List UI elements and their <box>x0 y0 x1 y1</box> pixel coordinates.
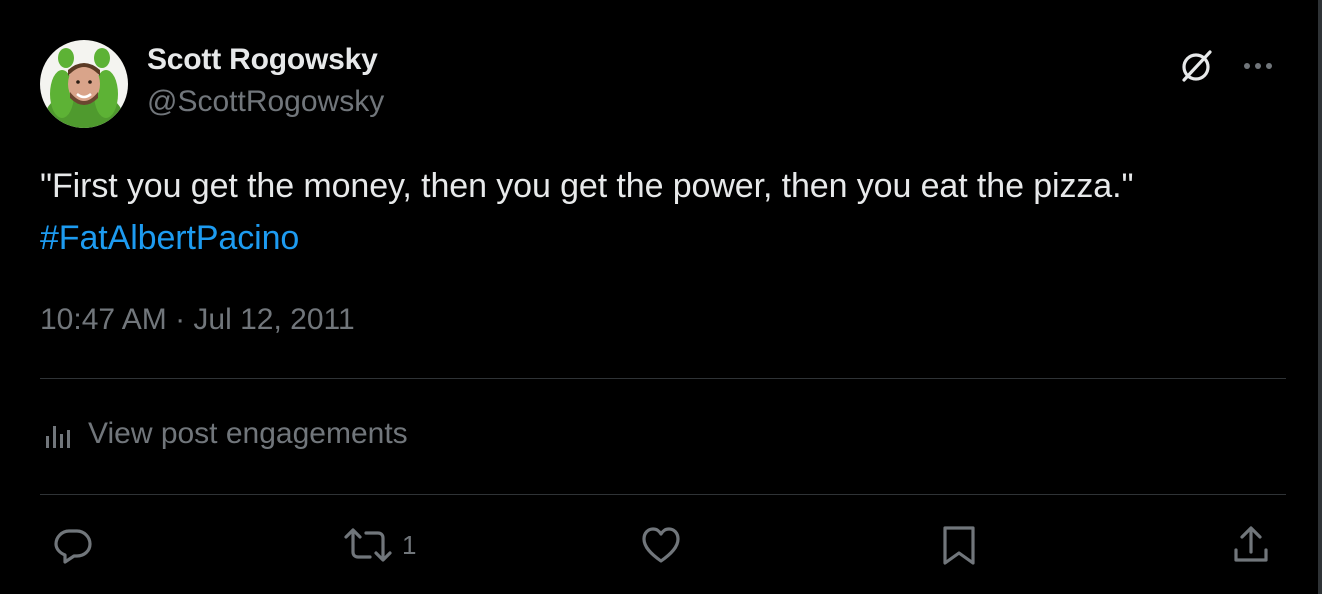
reply-button[interactable] <box>50 522 96 568</box>
heart-icon <box>642 527 680 563</box>
author-block: Scott Rogowsky @ScottRogowsky <box>147 40 384 122</box>
card-edge <box>1318 0 1322 594</box>
share-icon <box>1234 526 1268 562</box>
view-engagements-link[interactable]: View post engagements <box>40 412 408 456</box>
display-name[interactable]: Scott Rogowsky <box>147 40 384 80</box>
bar-chart-icon <box>46 426 70 448</box>
timestamp[interactable]: 10:47 AM · Jul 12, 2011 <box>40 298 355 342</box>
engagements-label: View post engagements <box>88 417 408 450</box>
bookmark-button[interactable] <box>936 522 982 568</box>
more-horizontal-icon <box>1244 63 1272 69</box>
tweet-card: Scott Rogowsky @ScottRogowsky "First you… <box>0 0 1322 594</box>
like-button[interactable] <box>638 522 684 568</box>
share-button[interactable] <box>1228 522 1274 568</box>
header-actions <box>1176 46 1274 86</box>
avatar[interactable] <box>40 40 128 128</box>
repost-icon <box>344 528 392 562</box>
divider-top <box>40 378 1286 379</box>
repost-count: 1 <box>402 530 417 560</box>
more-button[interactable] <box>1242 60 1274 72</box>
hashtag-link[interactable]: #FatAlbertPacino <box>40 212 299 264</box>
handle[interactable]: @ScottRogowsky <box>147 82 384 122</box>
tweet-body: "First you get the money, then you get t… <box>40 160 1280 264</box>
avatar-image <box>40 40 128 128</box>
slashed-circle-icon <box>1182 50 1212 82</box>
bookmark-icon <box>943 526 975 565</box>
tweet-text: "First you get the money, then you get t… <box>40 167 1134 205</box>
reply-icon <box>54 529 92 564</box>
repost-button[interactable]: 1 <box>340 522 416 568</box>
divider-bottom <box>40 494 1286 495</box>
grok-button[interactable] <box>1176 46 1216 86</box>
